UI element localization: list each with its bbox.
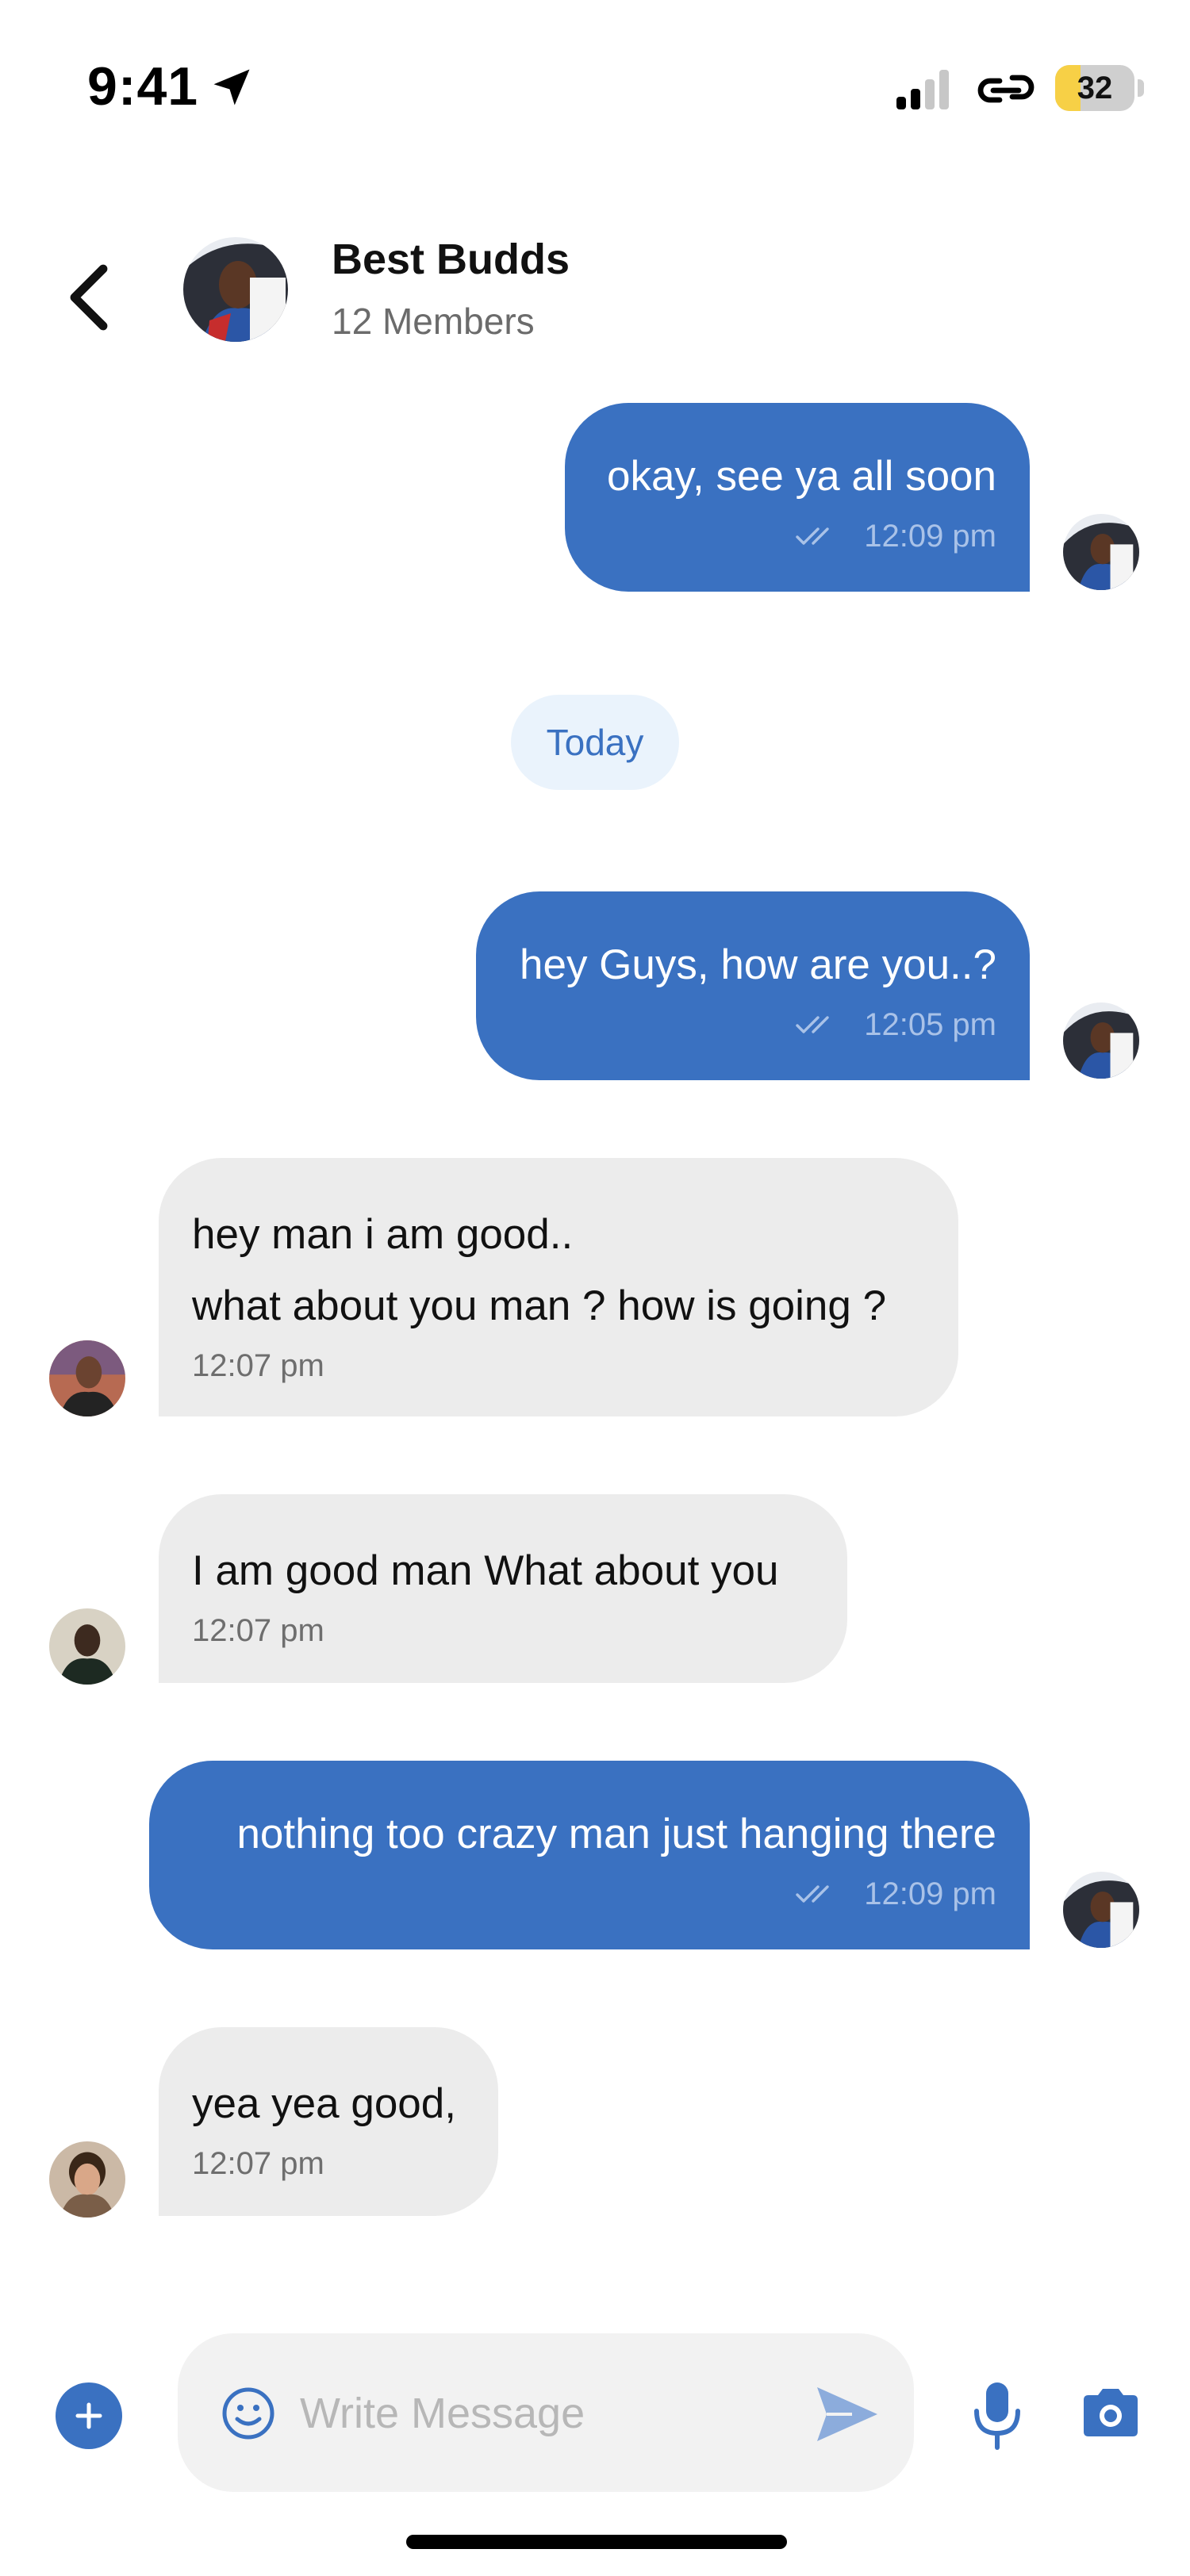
message-text: yea yea good, (192, 2080, 456, 2127)
message-bubble-incoming[interactable]: I am good man What about you 12:07 pm (159, 1494, 847, 1683)
chat-screen: 9:41 32 Best Budds 12 Members okay, see … (0, 0, 1190, 2576)
message-meta: 12:09 pm (182, 1872, 996, 1916)
message-input-box[interactable] (178, 2333, 914, 2492)
message-time: 12:05 pm (864, 1007, 996, 1042)
message-text: okay, see ya all soon (606, 453, 996, 500)
sender-avatar (1063, 1872, 1139, 1948)
attach-button[interactable] (56, 2382, 122, 2449)
send-icon[interactable] (812, 2382, 881, 2446)
message-input[interactable] (298, 2373, 777, 2454)
message-meta: 12:07 pm (192, 1344, 925, 1388)
message-bubble-outgoing[interactable]: nothing too crazy man just hanging there… (149, 1761, 1030, 1949)
status-time: 9:41 (87, 56, 199, 117)
battery-cap (1138, 79, 1144, 97)
chat-header: Best Budds 12 Members (0, 206, 1190, 365)
message-text: hey man i am good.. what about you man ?… (192, 1211, 887, 1329)
message-text: nothing too crazy man just hanging there (236, 1811, 996, 1857)
message-time: 12:07 pm (192, 2146, 324, 2181)
group-avatar[interactable] (176, 230, 295, 349)
double-check-icon (796, 1016, 829, 1033)
group-name: Best Budds (332, 236, 570, 283)
status-bar: 9:41 32 (0, 0, 1190, 159)
message-bubble-incoming[interactable]: hey man i am good.. what about you man ?… (159, 1158, 958, 1416)
emoji-icon[interactable] (221, 2386, 276, 2441)
personal-hotspot-icon (977, 75, 1035, 103)
message-meta: 12:07 pm (192, 1608, 814, 1653)
battery-indicator: 32 (1055, 65, 1134, 111)
message-bubble-outgoing[interactable]: okay, see ya all soon 12:09 pm (565, 403, 1030, 592)
message-meta: 12:09 pm (598, 514, 996, 558)
member-avatar[interactable] (49, 2141, 125, 2218)
message-bubble-incoming[interactable]: yea yea good, 12:07 pm (159, 2027, 498, 2216)
message-time: 12:09 pm (864, 519, 996, 554)
message-text: I am good man What about you (192, 1547, 779, 1594)
message-composer (0, 2324, 1190, 2498)
message-bubble-outgoing[interactable]: hey Guys, how are you..? 12:05 pm (476, 891, 1030, 1080)
double-check-icon (796, 527, 829, 545)
sender-avatar (1063, 514, 1139, 590)
double-check-icon (796, 1885, 829, 1903)
location-arrow-icon (213, 69, 250, 105)
message-time: 12:09 pm (864, 1876, 996, 1911)
message-time: 12:07 pm (192, 1348, 324, 1383)
microphone-icon[interactable] (969, 2379, 1025, 2452)
message-meta: 12:07 pm (192, 2141, 465, 2186)
sender-avatar (1063, 1002, 1139, 1079)
camera-icon[interactable] (1081, 2384, 1141, 2441)
message-time: 12:07 pm (192, 1613, 324, 1648)
message-meta: 12:05 pm (509, 1002, 996, 1047)
home-indicator[interactable] (406, 2535, 787, 2549)
member-avatar[interactable] (49, 1340, 125, 1416)
date-divider: Today (511, 695, 679, 790)
back-button[interactable] (56, 254, 127, 341)
battery-level: 32 (1077, 70, 1113, 105)
group-member-count: 12 Members (332, 301, 535, 342)
message-text: hey Guys, how are you..? (520, 941, 996, 988)
plus-icon (75, 2402, 102, 2429)
cellular-signal-icon (896, 70, 949, 109)
member-avatar[interactable] (49, 1608, 125, 1685)
